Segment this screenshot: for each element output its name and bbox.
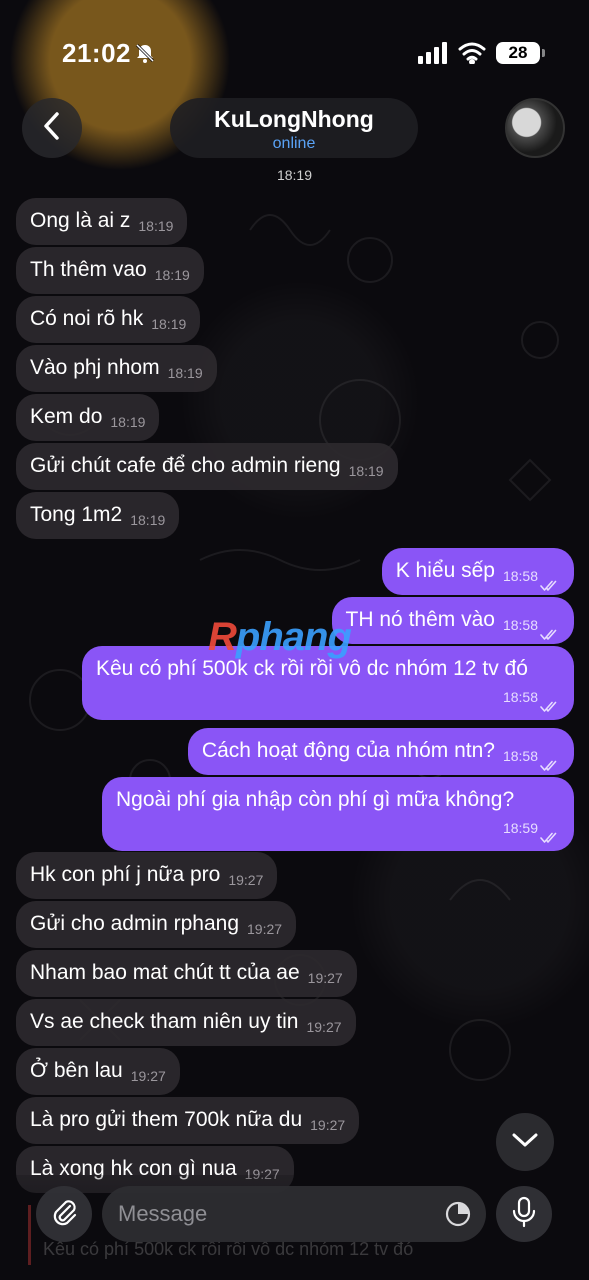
message-timestamp: 19:27 [308, 970, 343, 986]
microphone-button[interactable] [496, 1186, 552, 1242]
message-text: Kem do [30, 405, 103, 428]
message-text: Kêu có phí 500k ck rồi rồi vô dc nhóm 12… [96, 657, 528, 680]
message-field[interactable] [102, 1186, 486, 1242]
message-text: Gửi chút cafe để cho admin rieng [30, 454, 341, 477]
back-button[interactable] [22, 98, 82, 158]
date-stamp: 18:19 [276, 167, 313, 183]
sticker-icon[interactable] [444, 1200, 472, 1228]
message-timestamp: 19:27 [310, 1117, 345, 1133]
outgoing-message[interactable]: TH nó thêm vào 18:58 [331, 597, 574, 644]
message-text: TH nó thêm vào [345, 608, 495, 631]
message-time: 19:27 [307, 970, 343, 986]
chevron-left-icon [41, 111, 63, 146]
message-timestamp: 19:27 [247, 921, 282, 937]
message-time: 19:27 [130, 1068, 166, 1084]
message-time: 18:59 [502, 820, 538, 836]
paperclip-icon [50, 1197, 78, 1232]
bell-slash-icon [134, 42, 156, 64]
incoming-message[interactable]: Vs ae check tham niên uy tin 19:27 [16, 999, 356, 1046]
outgoing-message[interactable]: K hiểu sếp 18:58 [381, 548, 574, 595]
message-time: 18:58 [502, 689, 538, 705]
incoming-message[interactable]: Có noi rõ hk 18:19 [16, 296, 201, 343]
double-check-icon [540, 571, 560, 592]
message-timestamp: 18:19 [151, 316, 186, 332]
message-timestamp: 19:27 [131, 1068, 166, 1084]
attach-button[interactable] [36, 1186, 92, 1242]
message-text: K hiểu sếp [395, 559, 495, 582]
message-text: Vào phj nhom [30, 356, 160, 379]
message-timestamp: 18:19 [168, 365, 203, 381]
online-status: online [272, 135, 316, 152]
incoming-message[interactable]: Gửi cho admin rphang 19:27 [16, 901, 297, 948]
message-timestamp: 19:27 [228, 872, 263, 888]
message-text: Ngoài phí gia nhập còn phí gì mữa không? [116, 788, 515, 811]
status-bar: 21:02 28 [0, 0, 589, 100]
status-time: 21:02 [62, 38, 131, 68]
message-timestamp: 18:59 [124, 812, 560, 844]
outgoing-message[interactable]: Ngoài phí gia nhập còn phí gì mữa không?… [102, 777, 574, 851]
message-timestamp: 18:19 [138, 218, 173, 234]
watermark-logo: Rphang [208, 615, 352, 659]
double-check-icon [540, 751, 560, 772]
wifi-icon [458, 40, 486, 65]
message-time: 19:27 [310, 1117, 346, 1133]
message-text: Vs ae check tham niên uy tin [30, 1010, 299, 1033]
chat-title[interactable]: KuLongNhong online [170, 98, 418, 158]
message-timestamp: 18:58 [502, 568, 560, 592]
message-text: Th thêm vao [30, 258, 147, 281]
chevron-down-icon [511, 1131, 539, 1154]
message-timestamp: 18:58 [502, 748, 560, 772]
incoming-message[interactable]: Nham bao mat chút tt của ae 19:27 [16, 950, 357, 997]
message-time: 18:19 [167, 365, 203, 381]
message-text: Cách hoạt động của nhóm ntn? [201, 739, 495, 762]
signal-icon [418, 42, 448, 64]
avatar[interactable] [505, 98, 565, 158]
message-time: 18:19 [138, 218, 174, 234]
battery-indicator: 28 [496, 42, 545, 64]
microphone-icon [511, 1196, 537, 1233]
message-time: 19:27 [228, 872, 264, 888]
double-check-icon [540, 823, 560, 844]
incoming-message[interactable]: Ong là ai z 18:19 [16, 198, 188, 245]
incoming-message[interactable]: Hk con phí j nữa pro 19:27 [16, 852, 278, 899]
double-check-icon [540, 692, 560, 713]
incoming-message[interactable]: Vào phj nhom 18:19 [16, 345, 217, 392]
message-text: Tong 1m2 [30, 503, 123, 526]
message-input[interactable] [118, 1186, 428, 1242]
message-text: Gửi cho admin rphang [30, 912, 240, 935]
incoming-message[interactable]: Tong 1m2 18:19 [16, 492, 180, 539]
message-time: 18:58 [502, 568, 538, 584]
double-check-icon [540, 620, 560, 641]
message-time: 18:58 [502, 748, 538, 764]
message-time: 18:58 [502, 617, 538, 633]
incoming-message[interactable]: Là pro gửi them 700k nữa du 19:27 [16, 1097, 360, 1144]
message-time: 18:19 [130, 512, 166, 528]
outgoing-message[interactable]: Cách hoạt động của nhóm ntn? 18:58 [187, 728, 574, 775]
message-text: Có noi rõ hk [30, 307, 144, 330]
chat-name: KuLongNhong [214, 106, 374, 132]
message-text: Hk con phí j nữa pro [30, 863, 221, 886]
incoming-message[interactable]: Th thêm vao 18:19 [16, 247, 204, 294]
message-time: 19:27 [306, 1019, 342, 1035]
message-timestamp: 19:27 [306, 1019, 341, 1035]
message-timestamp: 18:58 [104, 681, 560, 713]
message-text: Ong là ai z [30, 209, 131, 232]
scroll-down-button[interactable] [496, 1113, 554, 1171]
message-text: Nham bao mat chút tt của ae [30, 961, 300, 984]
message-time: 18:19 [110, 414, 146, 430]
message-time: 18:19 [348, 463, 384, 479]
message-timestamp: 18:58 [502, 617, 560, 641]
incoming-message[interactable]: Kem do 18:19 [16, 394, 160, 441]
incoming-message[interactable]: Ở bên lau 19:27 [16, 1048, 180, 1095]
message-time: 18:19 [151, 316, 187, 332]
message-text: Là pro gửi them 700k nữa du [30, 1108, 303, 1131]
message-timestamp: 18:19 [349, 463, 384, 479]
incoming-message[interactable]: Gửi chút cafe để cho admin rieng 18:19 [16, 443, 398, 490]
message-time: 18:19 [154, 267, 190, 283]
message-timestamp: 18:19 [110, 414, 145, 430]
message-time: 19:27 [247, 921, 283, 937]
message-text: Ở bên lau [30, 1059, 123, 1082]
message-timestamp: 18:19 [155, 267, 190, 283]
message-timestamp: 18:19 [130, 512, 165, 528]
